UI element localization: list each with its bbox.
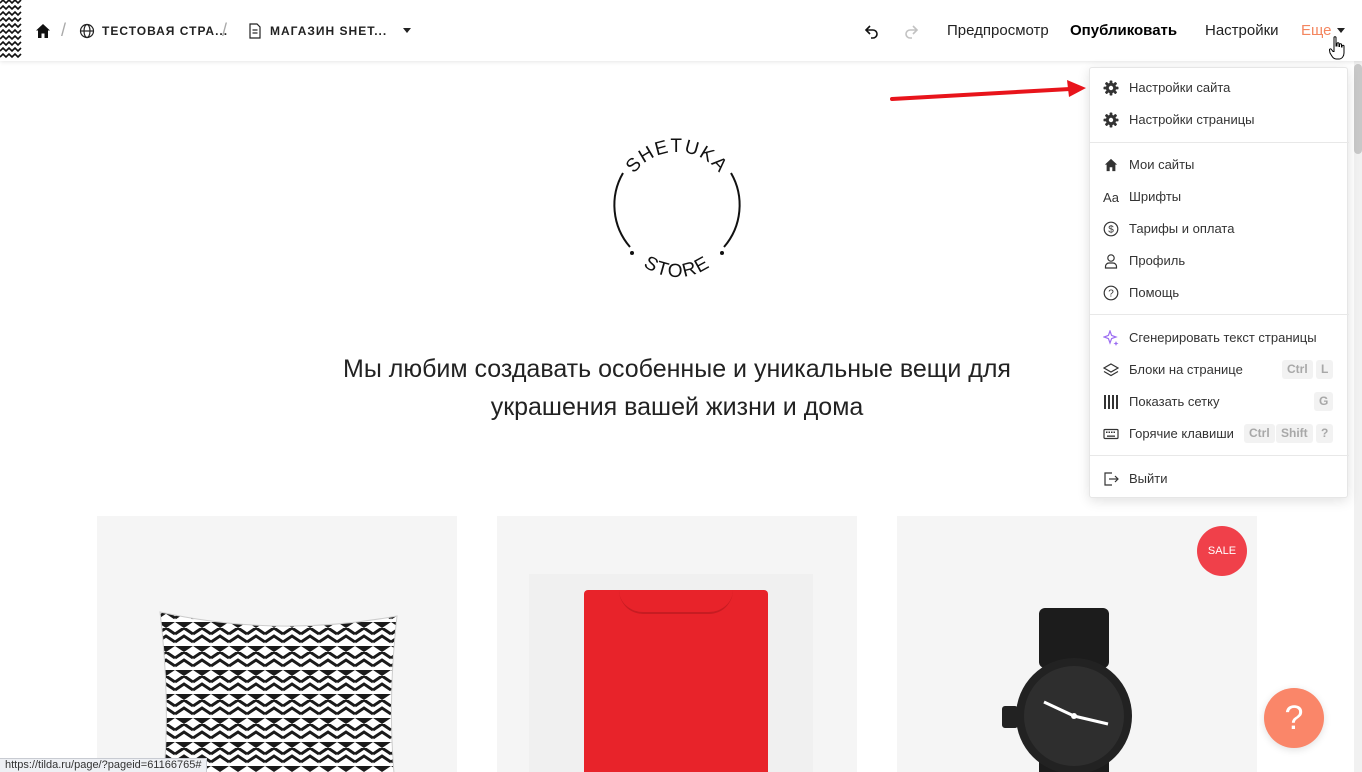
menu-item-label: Тарифы и оплата [1129,221,1235,236]
svg-text:?: ? [1108,289,1114,300]
gear-icon [1103,112,1119,128]
menu-item-hotkeys[interactable]: Горячие клавиши Ctrl Shift ? [1090,418,1349,450]
kbd-ctrl: Ctrl [1244,424,1275,443]
menu-item-fonts[interactable]: Aa Шрифты [1090,181,1349,213]
menu-item-show-grid[interactable]: Показать сетку G [1090,386,1349,418]
dollar-circle-icon: $ [1103,221,1119,237]
menu-item-tariffs[interactable]: $ Тарифы и оплата [1090,213,1349,245]
menu-item-label: Показать сетку [1129,394,1220,409]
menu-item-label: Горячие клавиши [1129,426,1234,441]
kbd-ctrl: Ctrl [1282,360,1313,379]
logout-icon [1103,471,1119,487]
chevron-down-icon[interactable] [403,28,412,33]
pillow-image [157,604,400,772]
browser-status-url: https://tilda.ru/page/?pageid=61166765# [0,758,208,772]
menu-item-logout[interactable]: Выйти [1090,463,1349,495]
menu-item-label: Профиль [1129,253,1186,268]
help-button[interactable]: ? [1264,688,1324,748]
breadcrumb-project-label: ТЕСТОВАЯ СТРА... [102,23,229,38]
svg-text:STORE: STORE [640,252,713,282]
breadcrumb-page[interactable]: МАГАЗИН SHET... [248,0,412,61]
menu-item-label: Настройки сайта [1129,80,1231,95]
kbd-question: ? [1316,424,1334,443]
logo-top-text: SHETUKA [622,136,731,177]
logo-bottom-text: STORE [640,252,712,282]
preview-button[interactable]: Предпросмотр [947,0,1049,61]
editor-topbar: / ТЕСТОВАЯ СТРА... / МАГАЗИН SHET... Пре… [0,0,1362,61]
menu-item-generate-text[interactable]: Сгенерировать текст страницы [1090,322,1349,354]
sale-badge: SALE [1197,526,1247,576]
svg-text:$: $ [1108,225,1114,236]
globe-icon [79,23,95,39]
grid-columns-icon [1103,394,1119,410]
menu-item-blocks-on-page[interactable]: Блоки на странице Ctrl L [1090,354,1349,386]
font-icon: Aa [1103,189,1119,205]
tilda-logo-icon[interactable] [0,0,22,61]
kbd-shift: Shift [1276,424,1313,443]
undo-icon[interactable] [862,22,880,40]
menu-item-page-settings[interactable]: Настройки страницы [1090,104,1349,136]
hero-line-2: украшения вашей жизни и дома [490,393,864,421]
menu-divider [1090,455,1349,456]
home-icon[interactable] [35,23,51,39]
publish-button[interactable]: Опубликовать [1070,0,1177,61]
watch-image [1002,606,1152,772]
settings-button[interactable]: Настройки [1205,0,1279,61]
breadcrumb-separator: / [61,20,67,40]
breadcrumb-project[interactable]: ТЕСТОВАЯ СТРА... [79,0,228,61]
shetuka-store-logo: SHETUKA STORE [606,125,748,285]
page-scrollbar-thumb[interactable] [1354,64,1362,154]
menu-item-label: Настройки страницы [1129,112,1255,127]
user-icon [1103,253,1119,269]
menu-item-label: Помощь [1129,285,1180,300]
hero-line-1: Мы любим создавать особенные и уникальны… [343,355,1011,383]
home-icon [1103,157,1119,173]
menu-item-profile[interactable]: Профиль [1090,245,1349,277]
menu-item-label: Сгенерировать текст страницы [1129,330,1317,345]
more-dropdown-menu: Настройки сайта Настройки страницы Мои с… [1089,67,1349,498]
kbd-l: L [1316,360,1334,379]
red-case-image [529,574,813,772]
sparkle-icon [1103,330,1119,346]
menu-item-help[interactable]: ? Помощь [1090,277,1349,309]
product-card-red-case[interactable] [497,516,857,772]
menu-item-label: Мои сайты [1129,157,1195,172]
menu-item-my-sites[interactable]: Мои сайты [1090,149,1349,181]
layers-icon [1103,362,1119,378]
menu-item-label: Шрифты [1129,189,1182,204]
question-circle-icon: ? [1103,285,1119,301]
keyboard-icon [1103,426,1119,442]
document-icon [248,22,262,39]
annotation-arrow [890,80,1090,109]
hero-text: Мы любим создавать особенные и уникальны… [300,350,1054,426]
kbd-g: G [1314,392,1334,411]
product-card-pillow[interactable] [97,516,457,772]
svg-text:SHETUKA: SHETUKA [622,136,732,177]
menu-item-site-settings[interactable]: Настройки сайта [1090,72,1349,104]
more-button-label: Еще [1301,22,1332,39]
menu-item-label: Выйти [1129,471,1168,486]
menu-divider [1090,142,1349,143]
breadcrumb-page-label: МАГАЗИН SHET... [270,23,388,38]
menu-item-label: Блоки на странице [1129,362,1243,377]
chevron-down-icon [1336,28,1345,33]
redo-icon[interactable] [903,22,921,40]
menu-divider [1090,314,1349,315]
gear-icon [1103,80,1119,96]
breadcrumb-separator: / [222,20,228,40]
page-scrollbar[interactable] [1354,61,1362,772]
hand-cursor-icon [1328,36,1345,65]
